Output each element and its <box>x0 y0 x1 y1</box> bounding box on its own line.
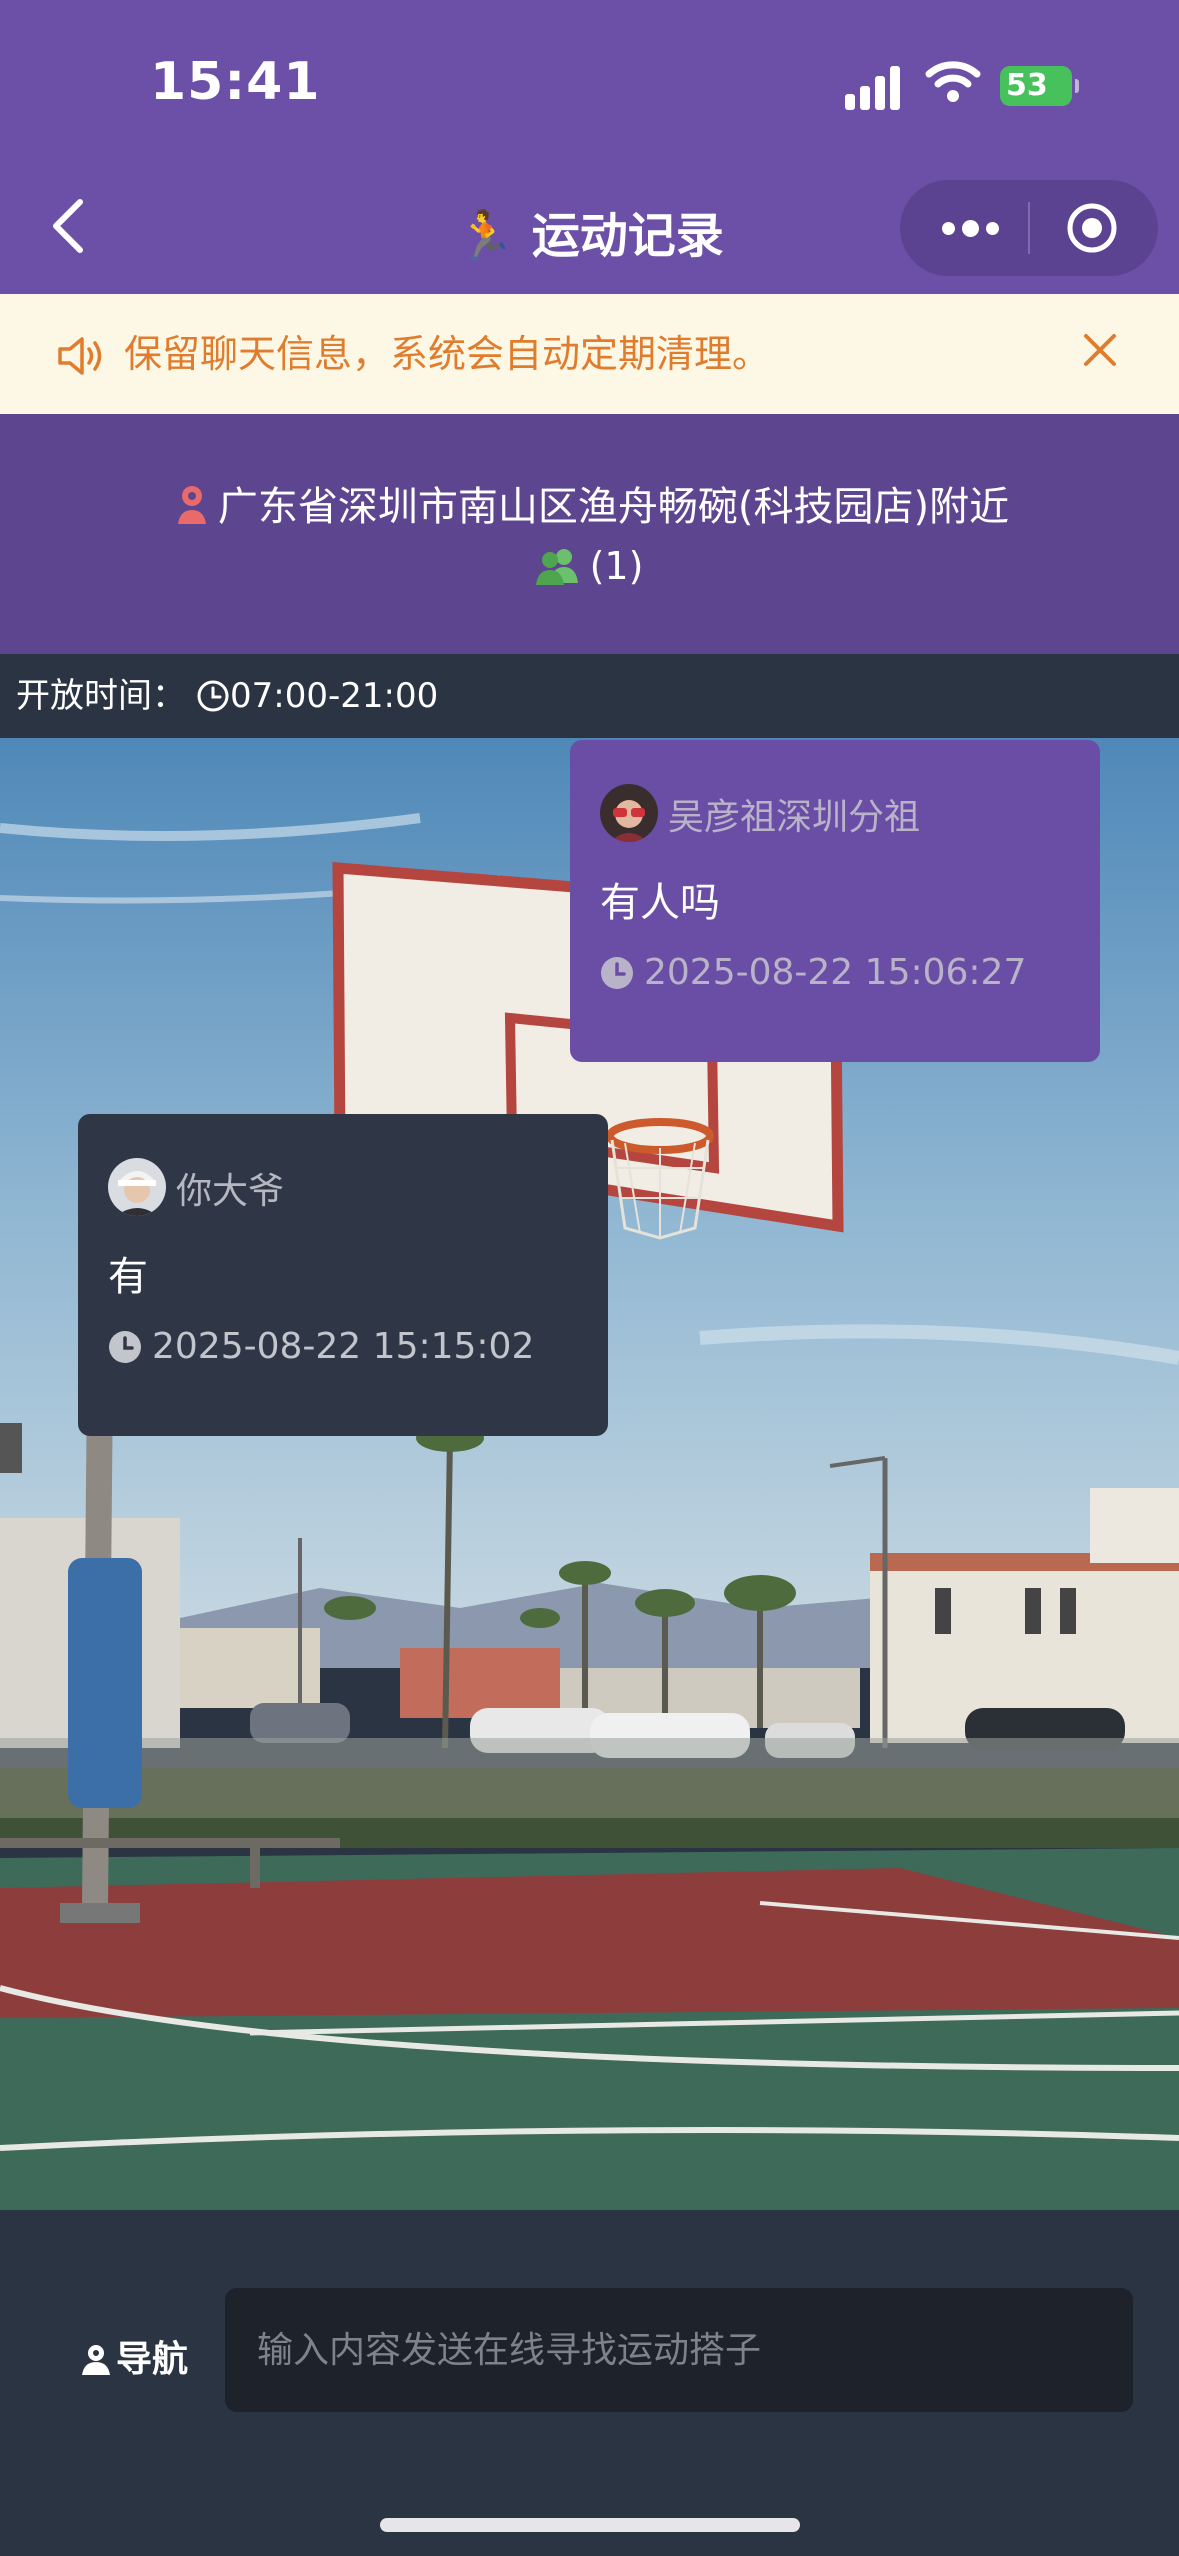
message-time: 2025-08-22 15:15:02 <box>152 1326 535 1367</box>
status-time: 15:41 <box>150 52 321 112</box>
chat-message[interactable]: 吴彦祖深圳分祖 有人吗 2025-08-22 15:06:27 <box>570 740 1100 1062</box>
message-text: 有 <box>108 1254 148 1300</box>
opening-hours-bar: 开放时间： 07:00-21:00 <box>0 654 1179 738</box>
hours-value: 07:00-21:00 <box>230 676 439 716</box>
navigation-button[interactable]: 导航 <box>80 2330 188 2382</box>
navigation-person-icon <box>82 2345 110 2375</box>
battery-level: 53 <box>1006 68 1048 103</box>
chat-message[interactable]: 你大爷 有 2025-08-22 15:15:02 <box>78 1114 608 1436</box>
location-panel: 广东省深圳市南山区渔舟畅碗(科技园店)附近 (1) <box>0 414 1179 654</box>
hours-label: 开放时间： <box>16 676 186 716</box>
home-indicator[interactable] <box>380 2518 800 2532</box>
location-pin-icon <box>177 486 206 524</box>
battery-icon: 53 <box>1000 66 1079 106</box>
navigation-label: 导航 <box>116 2339 189 2380</box>
location-line: 广东省深圳市南山区渔舟畅碗(科技园店)附近 <box>0 474 1179 532</box>
message-timestamp: 2025-08-22 15:15:02 <box>108 1326 534 1367</box>
capsule-divider <box>1028 202 1030 254</box>
avatar <box>108 1158 166 1216</box>
online-count-line: (1) <box>0 544 1179 588</box>
speaker-icon <box>58 337 102 375</box>
message-timestamp: 2025-08-22 15:06:27 <box>600 952 1026 993</box>
clock-icon <box>109 1331 141 1363</box>
app-header: 15:41 53 🏃 运动记录 <box>0 0 1179 294</box>
avatar <box>600 784 658 842</box>
clock-icon <box>601 957 633 989</box>
notice-bar: 保留聊天信息，系统会自动定期清理。 <box>0 294 1179 414</box>
close-icon[interactable] <box>1080 330 1120 370</box>
close-miniprogram-icon[interactable] <box>1066 202 1118 254</box>
message-time: 2025-08-22 15:06:27 <box>644 952 1027 993</box>
online-count: (1) <box>589 544 644 588</box>
clock-icon <box>197 680 229 712</box>
bottom-input-bar: 导航 <box>0 2210 1179 2556</box>
more-menu-button[interactable] <box>930 180 1010 276</box>
message-username: 吴彦祖深圳分祖 <box>668 797 921 838</box>
wifi-icon <box>925 61 981 102</box>
miniprogram-capsule <box>900 180 1158 276</box>
location-address: 广东省深圳市南山区渔舟畅碗(科技园店)附近 <box>217 484 1010 530</box>
users-icon <box>535 549 578 585</box>
message-username: 你大爷 <box>176 1171 285 1212</box>
message-input[interactable] <box>225 2288 1133 2412</box>
cellular-signal-icon <box>845 64 905 110</box>
message-text: 有人吗 <box>600 880 720 926</box>
notice-text: 保留聊天信息，系统会自动定期清理。 <box>124 332 771 376</box>
